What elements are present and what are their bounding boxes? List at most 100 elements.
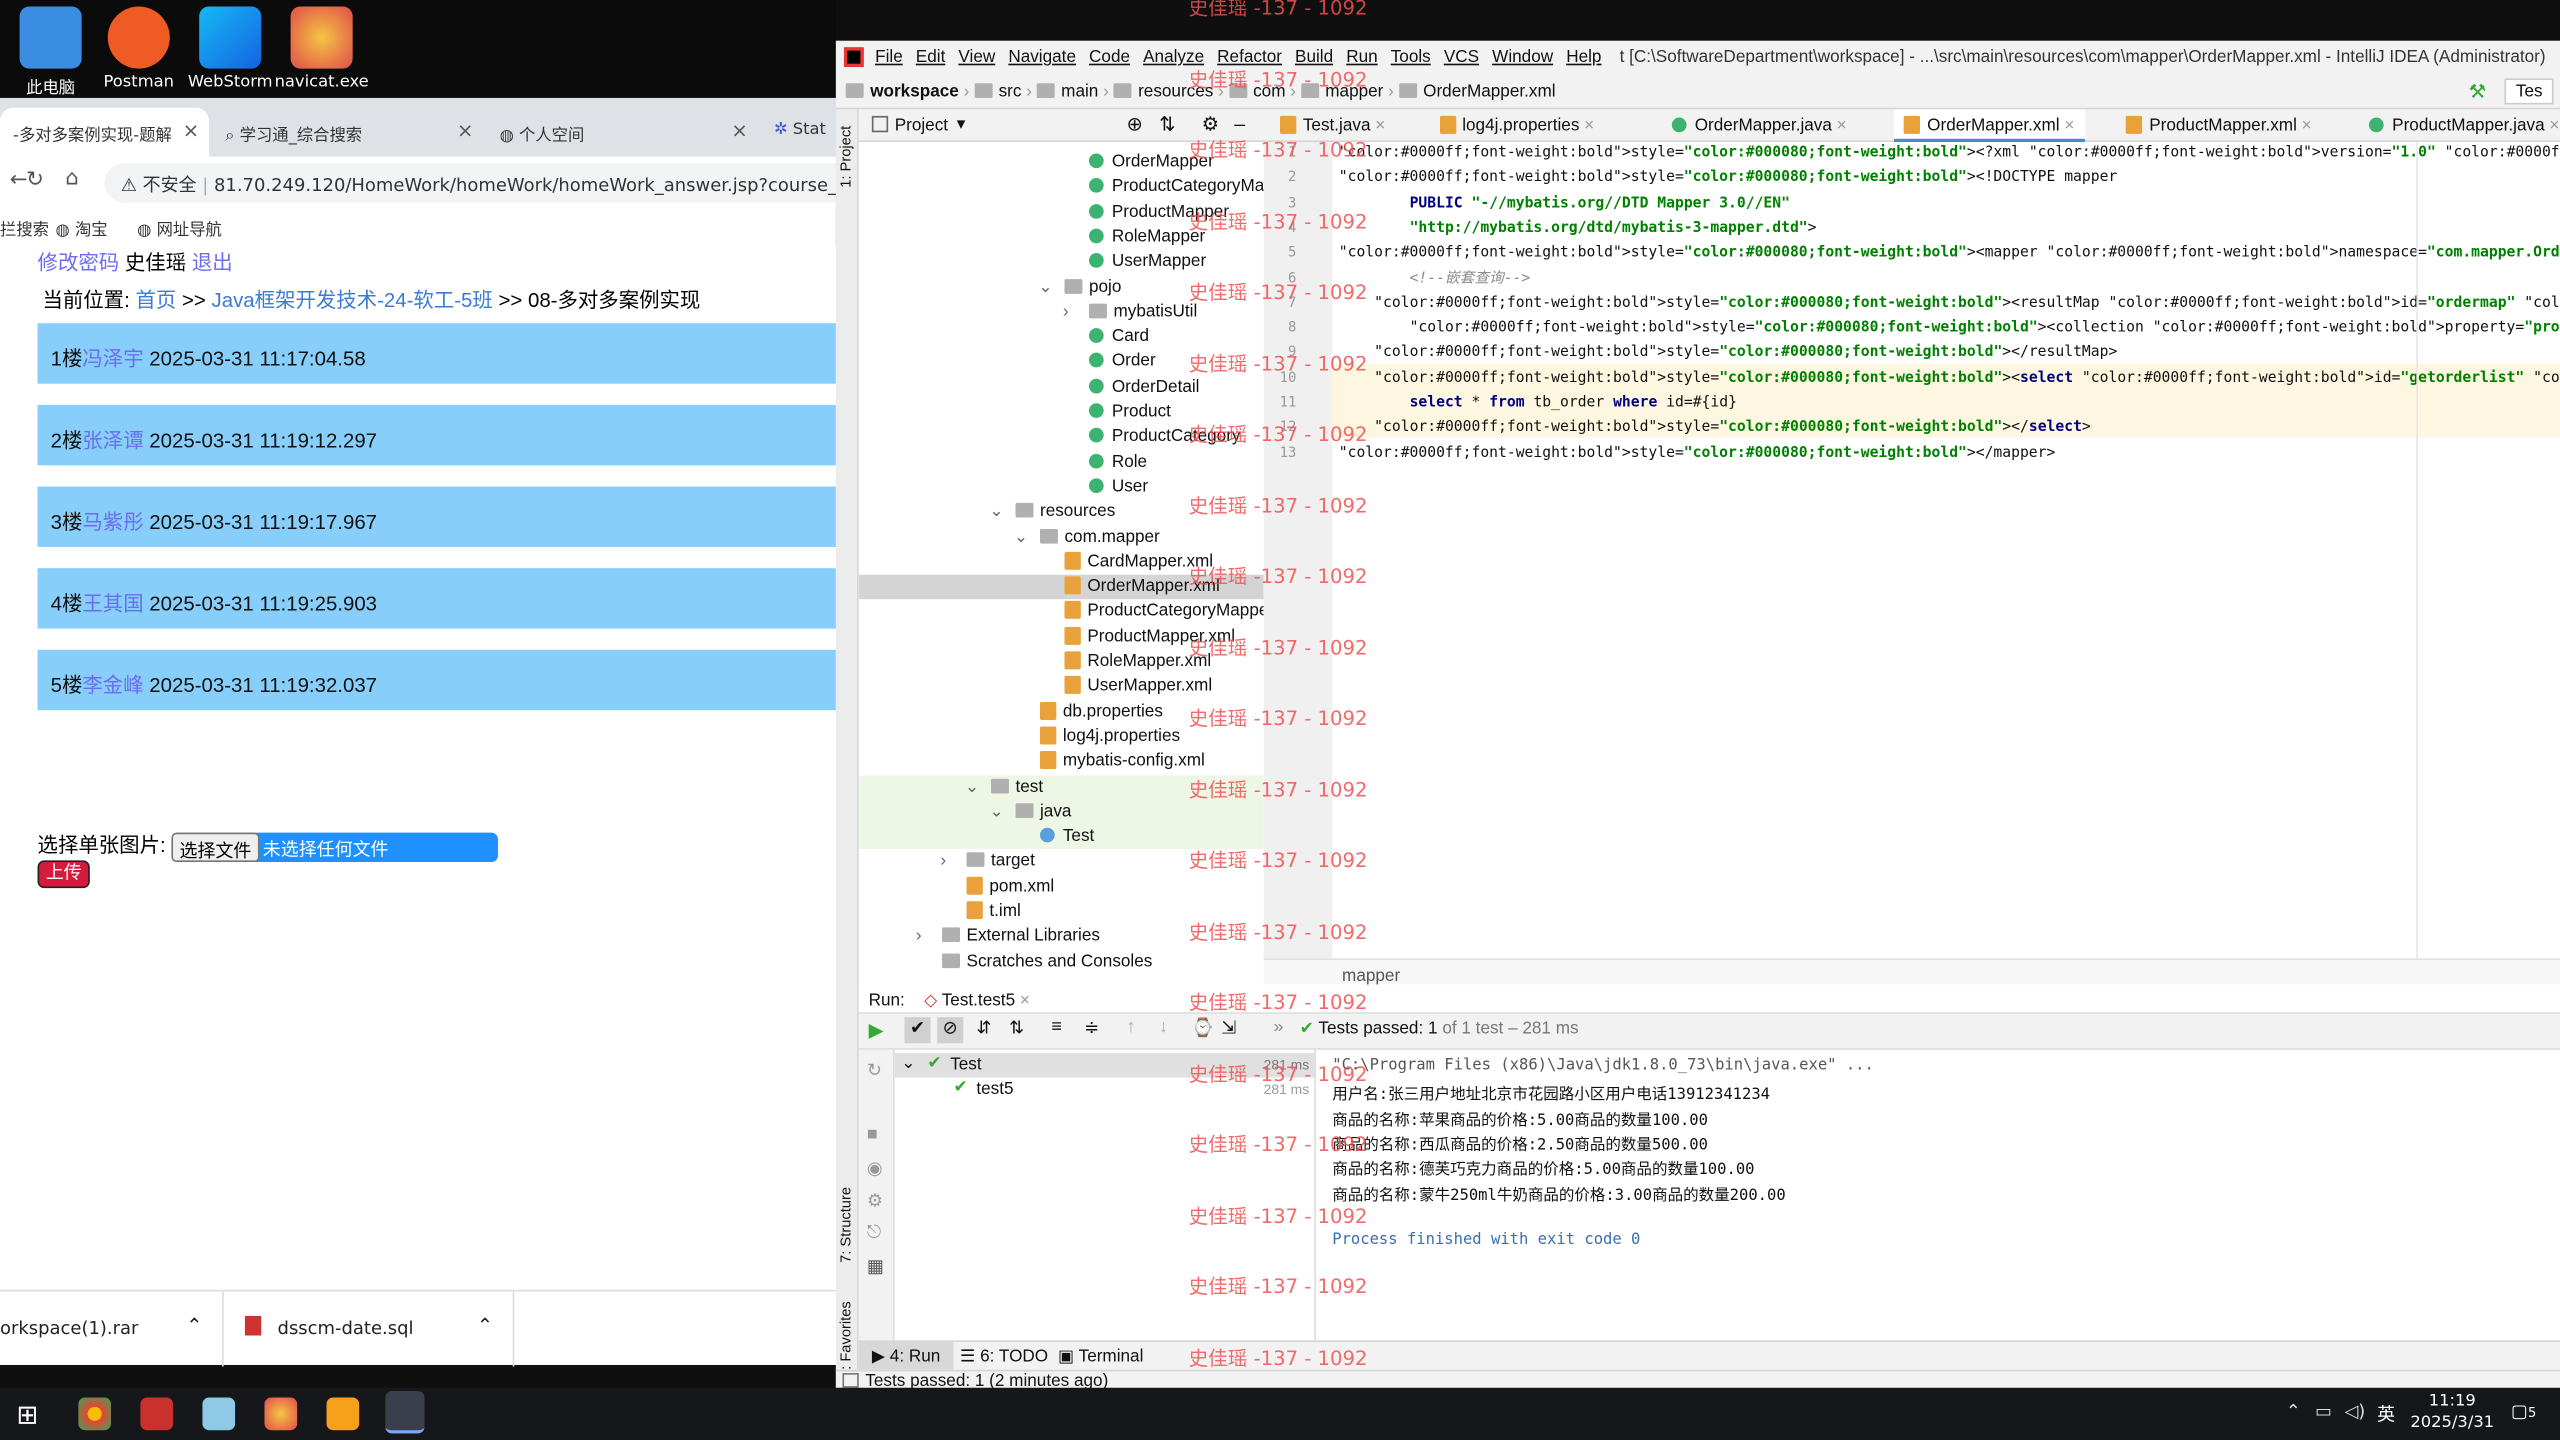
sort-icon[interactable]: ⇵ bbox=[976, 1017, 991, 1039]
show-ignored-icon[interactable]: ⊘ bbox=[937, 1017, 964, 1044]
arrow-down-icon[interactable]: ↓ bbox=[1159, 1017, 1168, 1037]
editor-tab[interactable]: ProductMapper.xml × bbox=[2117, 109, 2322, 142]
project-view-selector[interactable]: Project bbox=[895, 116, 948, 136]
tree-node[interactable]: Role bbox=[859, 450, 1264, 474]
chrome-taskbar-icon[interactable] bbox=[78, 1397, 112, 1431]
minimize-icon[interactable]: – bbox=[1234, 113, 1245, 136]
close-icon[interactable]: × bbox=[2297, 116, 2312, 136]
ime-indicator[interactable]: 英 bbox=[2377, 1401, 2395, 1427]
panel-icon[interactable] bbox=[842, 1373, 859, 1388]
desktop-icon-this-pc[interactable]: 此电脑 bbox=[0, 6, 101, 98]
chevron-up-icon[interactable]: ⌃ bbox=[2286, 1401, 2301, 1422]
tree-node[interactable]: ProductCategoryMapper bbox=[859, 175, 1264, 199]
breadcrumb-course-link[interactable]: Java框架开发技术-24-软工-5班 bbox=[212, 289, 493, 312]
collapse-icon[interactable]: ⇅ bbox=[1159, 113, 1175, 136]
desktop-icon-postman[interactable]: Postman bbox=[88, 6, 189, 91]
editor-tab[interactable]: OrderMapper.xml × bbox=[1894, 109, 2085, 143]
floor-author-link[interactable]: 王其国 bbox=[82, 593, 143, 616]
close-icon[interactable]: × bbox=[1371, 116, 1385, 136]
close-icon[interactable]: × bbox=[1579, 116, 1594, 136]
tree-node[interactable]: Scratches and Consoles bbox=[859, 950, 1264, 974]
download-item[interactable]: orkspace(1).rar bbox=[0, 1318, 138, 1339]
upload-button[interactable]: 上传 bbox=[37, 860, 90, 889]
back-icon[interactable]: ← bbox=[10, 168, 28, 192]
tree-node[interactable]: OrderDetail bbox=[859, 375, 1264, 399]
desktop-icon-navicat[interactable]: navicat.exe bbox=[271, 6, 372, 91]
file-input[interactable]: 选择文件 未选择任何文件 bbox=[171, 832, 498, 862]
export-icon[interactable]: ⇲ bbox=[1221, 1017, 1236, 1039]
run-tool-button[interactable]: ▶ 4: Run bbox=[858, 1342, 954, 1372]
menu-window[interactable]: Window bbox=[1492, 47, 1553, 67]
download-item[interactable]: dsscm-date.sql bbox=[278, 1318, 414, 1339]
bookmark-nav[interactable]: ◍ 网址导航 bbox=[137, 216, 222, 240]
terminal-tool-button[interactable]: ▣ Terminal bbox=[1058, 1347, 1143, 1367]
floor-author-link[interactable]: 马紫彤 bbox=[82, 511, 143, 534]
nav-crumb[interactable]: main bbox=[1061, 82, 1098, 102]
notification-icon[interactable]: ▢5 bbox=[2511, 1401, 2536, 1422]
clock[interactable]: 11:19 2025/3/31 bbox=[2410, 1391, 2495, 1433]
nav-crumb[interactable]: OrderMapper.xml bbox=[1423, 82, 1555, 102]
close-icon[interactable]: × bbox=[2060, 116, 2074, 136]
layout-icon[interactable]: ▦ bbox=[867, 1256, 884, 1277]
tree-node[interactable]: ProductCategoryMapper.xml bbox=[859, 600, 1264, 624]
tree-node[interactable]: UserMapper bbox=[859, 250, 1264, 274]
more-icon[interactable]: » bbox=[1273, 1017, 1283, 1037]
run-tab[interactable]: ◇ Test.test5 × bbox=[924, 991, 1030, 1011]
chevron-down-icon[interactable]: ▾ bbox=[957, 114, 966, 134]
floor-author-link[interactable]: 冯泽宇 bbox=[82, 348, 143, 371]
home-icon[interactable]: ⌂ bbox=[65, 167, 78, 191]
reload-icon[interactable]: ↻ bbox=[26, 168, 44, 192]
refresh-icon[interactable]: ↻ bbox=[867, 1060, 882, 1081]
app-taskbar-icon[interactable] bbox=[326, 1397, 360, 1431]
menu-vcs[interactable]: VCS bbox=[1444, 47, 1479, 67]
run-config-selector[interactable]: Tes bbox=[2504, 78, 2555, 105]
settings-icon[interactable]: ⚙ bbox=[867, 1190, 883, 1212]
close-icon[interactable]: × bbox=[457, 119, 473, 142]
browser-tab[interactable]: -多对多案例实现-题解 × bbox=[0, 107, 209, 157]
bookmark-taobao[interactable]: ◍ 淘宝 bbox=[56, 216, 108, 240]
change-password-link[interactable]: 修改密码 bbox=[38, 251, 120, 274]
desktop-icon-webstorm[interactable]: WebStorm bbox=[180, 6, 281, 91]
tree-node[interactable]: pom.xml bbox=[859, 875, 1264, 899]
menu-help[interactable]: Help bbox=[1566, 47, 1601, 67]
menu-view[interactable]: View bbox=[958, 47, 995, 67]
arrow-up-icon[interactable]: ↑ bbox=[1127, 1017, 1136, 1037]
browser-tab[interactable]: ✲ Stat bbox=[761, 108, 836, 157]
editor-tab[interactable]: log4j.properties × bbox=[1430, 109, 1604, 142]
close-icon[interactable]: × bbox=[731, 119, 747, 142]
tree-node[interactable]: ⌄ com.mapper bbox=[859, 525, 1264, 549]
close-icon[interactable]: × bbox=[2545, 116, 2559, 136]
tree-node[interactable]: ⌄ java bbox=[858, 799, 1264, 825]
favorites-tool-button[interactable]: 2: Favorites bbox=[838, 1301, 854, 1378]
gear-icon[interactable]: ⚙ bbox=[1202, 113, 1220, 136]
browser-tab[interactable]: ◍ 个人空间 × bbox=[487, 108, 758, 157]
menu-tools[interactable]: Tools bbox=[1391, 47, 1431, 67]
project-tool-button[interactable]: 1: Project bbox=[838, 126, 854, 188]
history-icon[interactable]: ⌚ bbox=[1192, 1017, 1214, 1039]
tree-node[interactable]: UserMapper.xml bbox=[859, 675, 1264, 699]
structure-tool-button[interactable]: 7: Structure bbox=[838, 1187, 854, 1263]
windows-start-icon[interactable]: ⊞ bbox=[16, 1399, 38, 1430]
close-icon[interactable]: × bbox=[183, 119, 199, 142]
xml-breadcrumb[interactable]: mapper bbox=[1342, 967, 1400, 987]
navicat-taskbar-icon[interactable] bbox=[264, 1397, 298, 1431]
chevron-up-icon[interactable]: ⌃ bbox=[477, 1314, 493, 1337]
app-taskbar-icon[interactable] bbox=[140, 1397, 174, 1431]
sort-duration-icon[interactable]: ⇅ bbox=[1009, 1017, 1024, 1039]
menu-file[interactable]: File bbox=[875, 47, 903, 67]
rerun-icon[interactable]: ▶ bbox=[869, 1019, 884, 1042]
editor-tab[interactable]: OrderMapper.java × bbox=[1662, 109, 1856, 142]
breadcrumb-home-link[interactable]: 首页 bbox=[135, 289, 176, 312]
bookmark[interactable]: 拦搜索 bbox=[0, 216, 49, 240]
chevron-up-icon[interactable]: ⌃ bbox=[186, 1314, 202, 1337]
volume-icon[interactable]: ◁) bbox=[2344, 1401, 2365, 1422]
logout-link[interactable]: 退出 bbox=[192, 251, 233, 274]
close-icon[interactable]: × bbox=[1832, 116, 1847, 136]
floor-author-link[interactable]: 张泽谭 bbox=[82, 429, 143, 452]
choose-file-button[interactable]: 选择文件 bbox=[171, 832, 260, 862]
show-passed-icon[interactable]: ✔ bbox=[904, 1017, 931, 1044]
code-editor[interactable]: 1 "color:#0000ff;font-weight:bold">style=… bbox=[1263, 142, 2560, 992]
browser-tab[interactable]: ⌕ 学习通_综合搜索 × bbox=[212, 108, 483, 157]
nav-crumb[interactable]: workspace bbox=[870, 82, 959, 102]
notepad-taskbar-icon[interactable] bbox=[202, 1397, 236, 1431]
